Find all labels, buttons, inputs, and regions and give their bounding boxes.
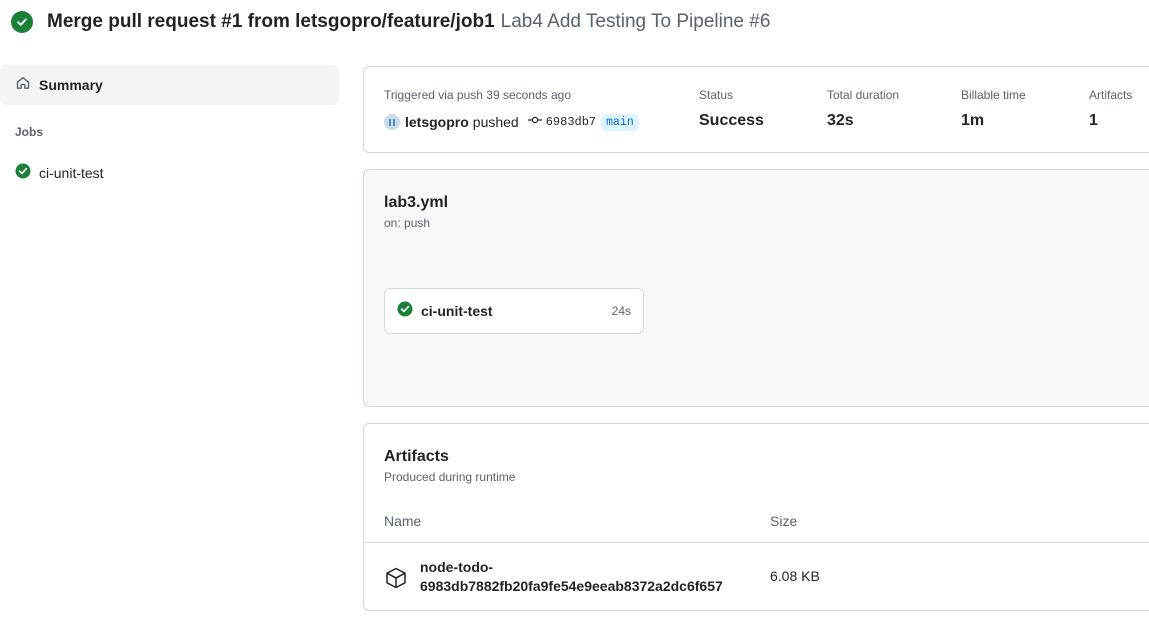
trigger-column: Triggered via push 39 seconds ago letsgo… (384, 88, 639, 131)
column-header-size: Size (770, 513, 798, 529)
artifact-name-line-2: 6983db7882fb20fa9fe54e9eeab8372a2dc6f657 (420, 578, 723, 594)
sidebar-item-job[interactable]: ci-unit-test (15, 163, 104, 183)
branch-badge[interactable]: main (601, 113, 639, 131)
artifact-name-line-1: node-todo- (420, 559, 494, 575)
action-text: pushed (472, 114, 519, 130)
billable-column: Billable time 1m (961, 88, 1026, 129)
artifacts-label: Artifacts (1089, 88, 1133, 102)
package-icon (384, 566, 408, 595)
sidebar-job-label: ci-unit-test (39, 165, 104, 181)
artifact-download-link[interactable]: node-todo- 6983db7882fb20fa9fe54e9eeab83… (420, 558, 723, 596)
run-title: Merge pull request #1 from letsgopro/fea… (47, 11, 495, 32)
job-node-label: ci-unit-test (421, 303, 493, 319)
status-value: Success (699, 112, 764, 129)
duration-column: Total duration 32s (827, 88, 900, 129)
home-icon (15, 75, 31, 96)
column-header-name: Name (384, 513, 422, 529)
git-commit-icon (527, 113, 542, 131)
run-header: Merge pull request #1 from letsgopro/fea… (11, 9, 770, 35)
workflow-graph-card: lab3.yml on: push ci-unit-test 24s (363, 169, 1149, 407)
run-summary-card: Triggered via push 39 seconds ago letsgo… (363, 66, 1149, 153)
billable-label: Billable time (961, 88, 1026, 102)
run-subtitle: Lab4 Add Testing To Pipeline #6 (500, 11, 771, 32)
status-column: Status Success (699, 88, 764, 129)
workflow-filename: lab3.yml (384, 194, 449, 211)
workflow-trigger: on: push (384, 216, 431, 230)
billable-value: 1m (961, 112, 985, 129)
success-check-icon (397, 301, 413, 322)
artifacts-title: Artifacts (384, 448, 449, 465)
duration-value: 32s (827, 112, 854, 129)
push-details: letsgopro pushed 6983db7 main (384, 113, 639, 131)
success-check-icon (15, 163, 31, 184)
artifact-size: 6.08 KB (770, 568, 820, 584)
job-node-ci-unit-test[interactable]: ci-unit-test 24s (384, 288, 644, 334)
avatar[interactable] (384, 114, 400, 130)
artifacts-count[interactable]: 1 (1089, 112, 1098, 130)
trigger-text: Triggered via push 39 seconds ago (384, 88, 572, 102)
artifacts-card: Artifacts Produced during runtime Name S… (363, 423, 1149, 611)
status-label: Status (699, 88, 734, 102)
artifacts-subtitle: Produced during runtime (384, 470, 516, 484)
job-node-duration: 24s (611, 304, 631, 318)
success-check-icon (11, 11, 33, 33)
artifacts-column: Artifacts 1 (1089, 88, 1133, 129)
table-divider (364, 542, 1149, 543)
commit-sha-link[interactable]: 6983db7 (546, 115, 596, 129)
sidebar-item-summary[interactable]: Summary (0, 65, 339, 105)
table-row: node-todo- 6983db7882fb20fa9fe54e9eeab83… (384, 554, 1144, 600)
actor-link[interactable]: letsgopro (405, 114, 469, 130)
duration-label: Total duration (827, 88, 900, 102)
jobs-heading: Jobs (15, 125, 44, 139)
sidebar-item-label: Summary (39, 77, 103, 93)
